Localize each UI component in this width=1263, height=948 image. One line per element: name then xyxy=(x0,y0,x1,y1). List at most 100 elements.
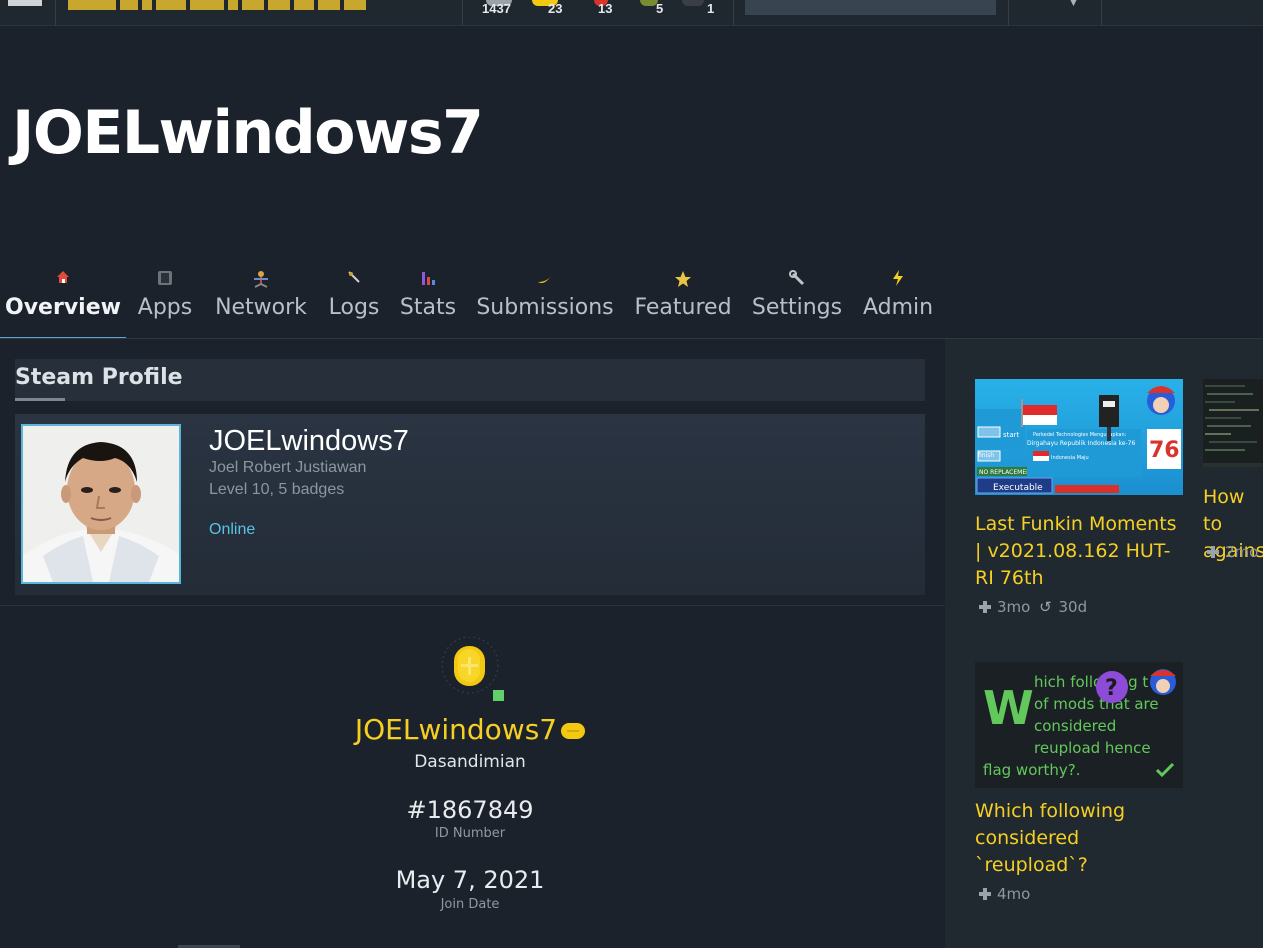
join-date-label: Join Date xyxy=(440,897,500,912)
stats-icon xyxy=(420,270,436,290)
coin-stat[interactable]: 23 xyxy=(530,0,570,26)
level-stat[interactable]: 1437 xyxy=(480,0,520,26)
tab-network[interactable]: Network xyxy=(208,262,314,338)
wrench-icon xyxy=(789,270,805,290)
plus-icon xyxy=(979,601,991,613)
tab-label: Featured xyxy=(634,295,732,320)
top-bar: 1437 23 13 5 1 ▼ xyxy=(0,0,1263,26)
tab-label: Submissions xyxy=(476,295,614,320)
tab-overview[interactable]: Overview xyxy=(0,262,126,339)
profile-name: JOELwindows7 xyxy=(0,713,940,746)
app-thumbnail[interactable]: W hich following t of mods that are cons… xyxy=(975,662,1183,788)
divider xyxy=(462,0,463,26)
profile-tabs: Overview Apps Network Logs Stats Submiss… xyxy=(0,262,945,340)
tab-featured[interactable]: Featured xyxy=(628,262,738,338)
app-title-link[interactable]: Last Funkin Moments | v2021.08.162 HUT-R… xyxy=(975,511,1185,592)
logs-icon xyxy=(347,270,361,288)
bomb-icon xyxy=(682,0,704,6)
thumbnail-image: W hich following t of mods that are cons… xyxy=(975,662,1183,788)
thumb-text: start xyxy=(1003,431,1020,439)
thumb-text: flag worthy?. xyxy=(983,761,1081,779)
tab-apps[interactable]: Apps xyxy=(128,262,202,338)
thumb-text: of mods that are xyxy=(1034,695,1159,713)
thumb-text: Perkedel Technologies Mengucapkan: xyxy=(1033,432,1127,438)
avatar[interactable] xyxy=(21,424,181,584)
heart-count: 13 xyxy=(598,1,613,16)
thumb-text: considered xyxy=(1034,717,1116,735)
tab-stats[interactable]: Stats xyxy=(394,262,462,338)
tab-label: Settings xyxy=(751,295,843,320)
steam-profile-header: Steam Profile xyxy=(15,359,925,401)
coin-count: 23 xyxy=(548,1,563,16)
sidebar: start finish NO REPLACEMENT Executable P… xyxy=(945,339,1263,948)
tab-submissions[interactable]: Submissions xyxy=(470,262,620,338)
update-icon: ↺ xyxy=(1039,598,1052,616)
profile-username: JOELwindows7 xyxy=(354,713,558,746)
plus-icon xyxy=(979,888,991,900)
divider xyxy=(0,605,945,606)
profile-subtitle: Dasandimian xyxy=(414,752,526,772)
tab-admin[interactable]: Admin xyxy=(856,262,940,338)
network-icon xyxy=(252,270,270,292)
thumbnail-image xyxy=(1203,379,1263,467)
star-icon xyxy=(674,270,692,292)
bomb-count: 1 xyxy=(707,1,715,16)
heart-stat[interactable]: 13 xyxy=(590,0,620,26)
app-thumbnail[interactable]: start finish NO REPLACEMENT Executable P… xyxy=(975,379,1183,495)
status-badge: Online xyxy=(209,521,256,538)
level-count: 1437 xyxy=(482,1,511,16)
divider xyxy=(55,0,56,26)
thumb-text: reupload hence xyxy=(1034,739,1151,757)
tab-label: Logs xyxy=(328,295,380,320)
steam-real-name: Joel Robert Justiawan xyxy=(209,459,367,476)
chevron-down-icon[interactable]: ▼ xyxy=(1070,0,1084,8)
steam-username[interactable]: JOELwindows7 xyxy=(209,425,409,458)
coin-icon xyxy=(561,723,586,739)
id-number-label: ID Number xyxy=(434,826,506,841)
app-age: 2mo xyxy=(1225,543,1259,561)
tab-label: Apps xyxy=(137,295,193,320)
avatar-photo xyxy=(23,426,179,582)
app-updated: 30d xyxy=(1058,598,1088,616)
app-title-link[interactable]: Which following considered `reupload`? xyxy=(975,798,1185,879)
tab-label: Overview xyxy=(5,295,121,320)
steam-profile-card[interactable]: JOELwindows7 Joel Robert Justiawan Level… xyxy=(15,414,925,595)
plus-icon xyxy=(1207,546,1219,558)
submissions-icon xyxy=(536,270,554,290)
app-meta: 4mo xyxy=(979,885,1030,903)
tab-logs[interactable]: Logs xyxy=(322,262,386,338)
app-meta: 2mo xyxy=(1207,543,1258,561)
thumb-text: finish xyxy=(978,452,994,459)
site-logo[interactable] xyxy=(68,0,366,10)
page-title: JOELwindows7 xyxy=(12,98,484,168)
main-content: Steam Profile JOELwindows7 Joel Robert J… xyxy=(0,339,945,948)
id-number: #1867849 xyxy=(406,796,534,824)
lightning-icon xyxy=(892,270,904,290)
bomb-stat[interactable]: 1 xyxy=(682,0,718,26)
apps-icon xyxy=(157,270,173,290)
thumb-text: Executable xyxy=(993,483,1043,493)
svg-text:?: ? xyxy=(1105,676,1118,701)
search-input[interactable] xyxy=(745,0,996,15)
tab-label: Stats xyxy=(399,295,457,320)
thumb-text: hich following t xyxy=(1034,673,1148,691)
app-age: 4mo xyxy=(997,885,1031,903)
hamburger-menu-icon[interactable] xyxy=(8,0,42,6)
leaf-stat[interactable]: 5 xyxy=(638,0,668,26)
leaf-count: 5 xyxy=(656,1,664,16)
coin-avatar-icon xyxy=(441,637,504,701)
thumb-text: Indonesia Maju xyxy=(1051,455,1089,461)
thumb-text: 76 xyxy=(1149,438,1180,463)
tab-label: Admin xyxy=(862,295,934,320)
app-thumbnail[interactable] xyxy=(1203,379,1263,467)
app-age: 3mo xyxy=(997,598,1031,616)
join-date: May 7, 2021 xyxy=(395,866,545,894)
thumbnail-image: start finish NO REPLACEMENT Executable P… xyxy=(975,379,1183,495)
divider xyxy=(15,398,65,401)
thumb-text: NO REPLACEMENT xyxy=(979,469,1035,476)
steam-level: Level 10, 5 badges xyxy=(209,481,345,498)
divider xyxy=(1008,0,1009,26)
tab-settings[interactable]: Settings xyxy=(746,262,848,338)
tab-label: Network xyxy=(215,295,307,320)
thumb-text: W xyxy=(983,681,1034,735)
